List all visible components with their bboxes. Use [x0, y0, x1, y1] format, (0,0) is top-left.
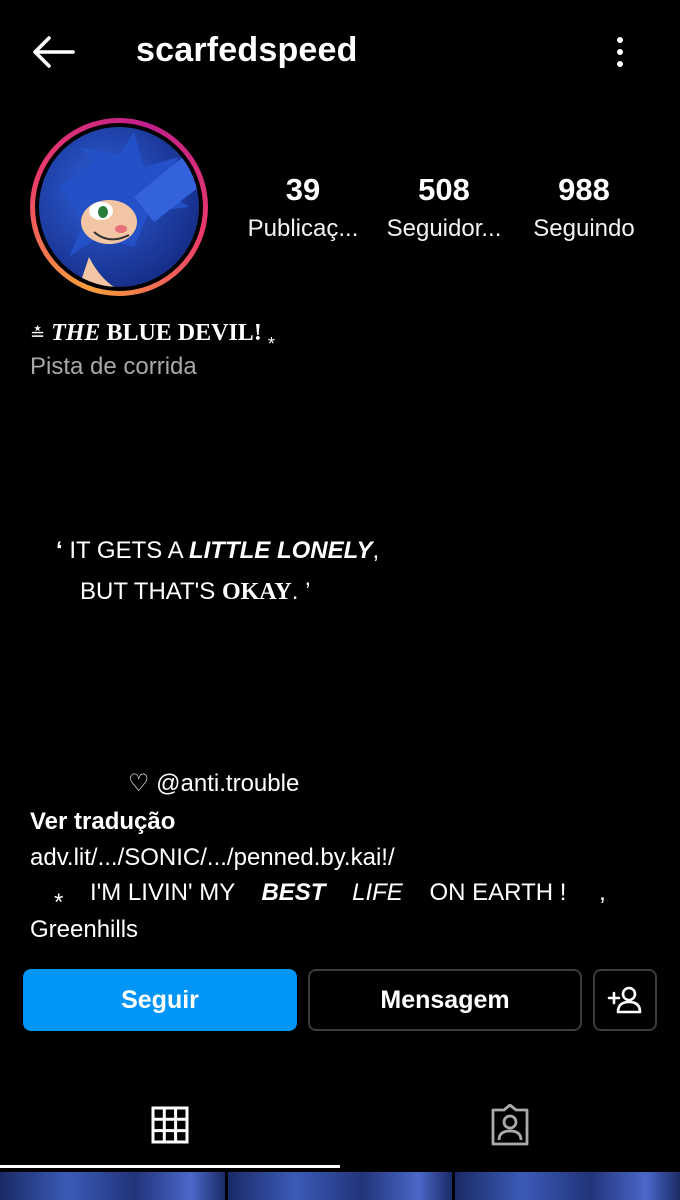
followers-label: Seguidor... [386, 215, 502, 242]
name-rest: BLUE DEVIL! [106, 320, 262, 346]
profile-avatar[interactable] [30, 118, 208, 296]
avatar-image [39, 127, 199, 287]
posts-label: Publicaç... [247, 215, 359, 242]
posts-count: 39 [285, 172, 321, 207]
stat-followers[interactable]: 508 Seguidor... [379, 168, 509, 246]
following-label: Seguindo [533, 215, 635, 242]
followers-count: 508 [418, 172, 470, 207]
profile-username: scarfedspeed [136, 31, 358, 69]
name-prefix-symbol: ≛ [30, 324, 46, 344]
bio-link[interactable]: adv.lit/.../SONIC/.../penned.by.kai!/ [30, 842, 395, 874]
back-button[interactable] [28, 30, 78, 74]
profile-location: Greenhills [30, 916, 139, 943]
quote2-end: . ’ [291, 578, 311, 605]
motto-part1: I'M LIVIN' MY [90, 879, 235, 906]
motto-life: LIFE [352, 879, 403, 906]
stat-posts[interactable]: 39 Publicaç... [238, 168, 368, 246]
motto-best: BEST [261, 879, 326, 906]
motto-star: * [54, 889, 64, 916]
name-the: THE [51, 320, 101, 346]
more-vertical-icon [617, 37, 623, 67]
quote-comma: , [372, 537, 380, 564]
suggested-users-button[interactable] [593, 969, 657, 1031]
bio-motto-line: * I'M LIVIN' MY BEST LIFE ON EARTH ! , [30, 876, 606, 916]
add-user-icon [607, 986, 642, 1014]
post-thumbnail[interactable] [227, 1172, 453, 1200]
motto-part2: ON EARTH ! [429, 879, 567, 906]
arrow-left-icon [33, 36, 75, 68]
quote2-okay: OKAY [221, 579, 292, 605]
name-suffix-star: * [267, 334, 275, 354]
quote2-text: BUT THAT'S [80, 578, 222, 605]
tab-posts-grid[interactable] [0, 1100, 340, 1150]
tagged-person-icon [491, 1104, 529, 1146]
profile-category: Pista de corrida [30, 353, 197, 380]
bio-quote-line-1: ‘ IT GETS A LITTLE LONELY, [56, 534, 379, 568]
post-thumbnail[interactable] [0, 1172, 225, 1200]
post-thumbnail[interactable] [455, 1172, 680, 1200]
grid-icon [151, 1106, 189, 1144]
message-button[interactable]: Mensagem [308, 969, 582, 1031]
more-options-button[interactable] [600, 30, 640, 74]
following-count: 988 [558, 172, 610, 207]
posts-grid [0, 1172, 680, 1200]
profile-display-name: ≛ THE BLUE DEVIL! * [30, 318, 275, 354]
motto-comma: , [599, 879, 606, 906]
follow-button[interactable]: Seguir [23, 969, 297, 1031]
quote-emphasis: LITTLE LONELY [188, 537, 373, 564]
bio-mention-line[interactable]: ♡ @anti.trouble [128, 768, 299, 800]
quote-text: IT GETS A [62, 537, 189, 564]
stat-following[interactable]: 988 Seguindo [519, 168, 649, 246]
bio-quote-line-2: BUT THAT'S OKAY. ’ [80, 575, 310, 609]
quote-open-mark: ‘ [56, 537, 63, 564]
see-translation-link[interactable]: Ver tradução [30, 806, 175, 838]
tab-tagged[interactable] [340, 1100, 680, 1150]
active-tab-indicator [0, 1165, 340, 1168]
